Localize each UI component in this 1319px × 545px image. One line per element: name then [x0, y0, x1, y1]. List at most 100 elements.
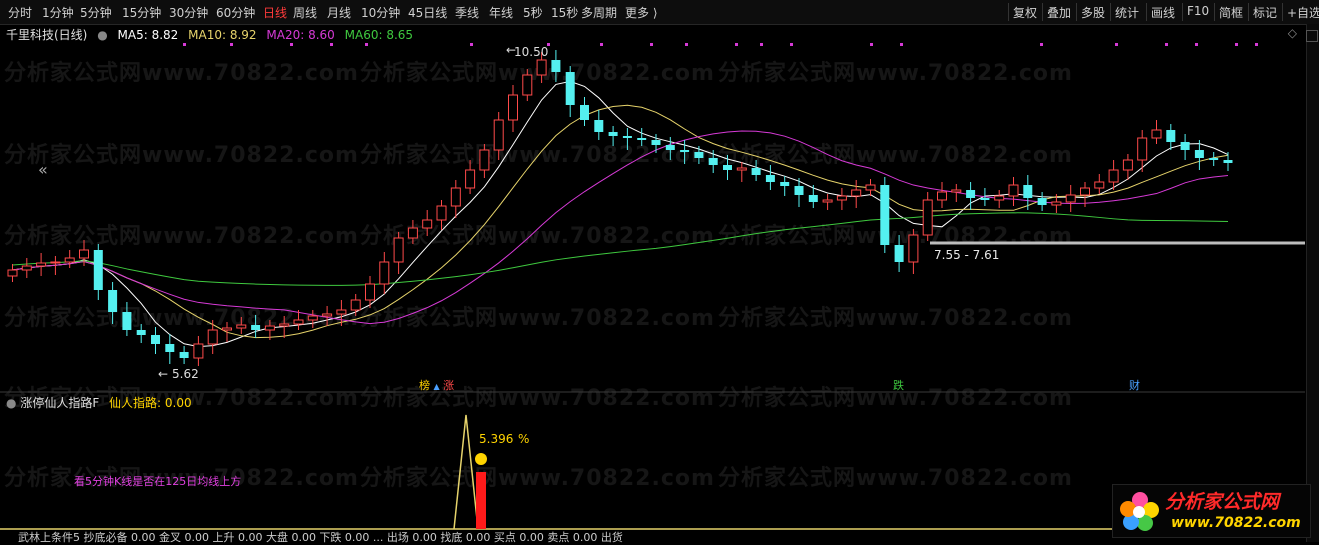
- candle-body: [822, 199, 833, 203]
- candle-body: [222, 327, 232, 331]
- candle-body: [908, 234, 919, 263]
- candle-body: [1008, 184, 1019, 197]
- candle-body: [21, 265, 32, 271]
- ma20-line: [12, 130, 1229, 325]
- candle-body: [594, 120, 604, 132]
- candle-body: [1180, 142, 1190, 150]
- signal-dot: [790, 43, 793, 46]
- candle-body: [1223, 160, 1233, 163]
- candle-body: [251, 325, 261, 330]
- candle-body: [723, 165, 732, 170]
- candle-body: [1080, 187, 1090, 196]
- candle-body: [680, 150, 690, 152]
- indicator-value: 仙人指路: 0.00: [109, 396, 192, 410]
- candle-body: [465, 169, 476, 189]
- candle-body: [536, 59, 547, 76]
- marker-cai-text: 财: [1129, 379, 1140, 392]
- candle-body: [1023, 185, 1033, 198]
- signal-dot: [870, 43, 873, 46]
- signal-dot: [600, 43, 603, 46]
- window-toggle-icon[interactable]: [1306, 30, 1318, 42]
- candle-body: [551, 60, 561, 72]
- candle-body: [651, 140, 661, 145]
- marker-bang[interactable]: 榜 ▲ 涨: [418, 377, 455, 393]
- candle-body: [994, 195, 1005, 201]
- signal-dot: [230, 43, 233, 46]
- candle-body: [1122, 159, 1133, 171]
- low-arrow: ←: [158, 367, 168, 381]
- candle-body: [851, 189, 862, 197]
- signal-dot: [1040, 43, 1043, 46]
- candle-body: [565, 72, 575, 105]
- candle-body: [880, 185, 890, 245]
- candle-body: [622, 136, 632, 138]
- vertical-scrollbar[interactable]: [1306, 24, 1319, 542]
- candle-body: [493, 119, 504, 151]
- candle-body: [1151, 129, 1162, 139]
- candle-body: [765, 175, 775, 182]
- candle-body: [165, 344, 175, 352]
- indicator-pct: 5.396: [479, 432, 513, 446]
- candle-body: [794, 186, 804, 195]
- logo-text: 分析家公式网: [1165, 491, 1280, 513]
- candle-body: [36, 262, 47, 267]
- indicator-note: 看5分钟K线是否在125日均线上方: [74, 475, 242, 488]
- signal-dot: [1165, 43, 1168, 46]
- signal-dot: [1235, 43, 1238, 46]
- indicator-bar: [476, 472, 486, 529]
- low-label: 5.62: [172, 367, 199, 381]
- candle-body: [1051, 201, 1062, 206]
- candle-body: [151, 335, 160, 344]
- candle-body: [479, 149, 490, 171]
- candle-body: [922, 199, 933, 236]
- signal-dot: [1115, 43, 1118, 46]
- indicator-name[interactable]: 涨停仙人指路F: [20, 396, 99, 410]
- marker-die-text: 跌: [893, 379, 904, 392]
- candle-body: [694, 152, 704, 158]
- candle-body: [522, 74, 533, 96]
- candle-body: [79, 249, 89, 259]
- marker-bang-text: 榜: [419, 379, 430, 392]
- candle-body: [365, 283, 375, 301]
- candle-body: [179, 352, 189, 358]
- candle-body: [980, 198, 990, 200]
- candle-body: [508, 94, 518, 121]
- candle-body: [7, 269, 18, 277]
- candle-body: [436, 205, 447, 221]
- candle-body: [264, 325, 275, 331]
- candle-body: [637, 138, 647, 140]
- signal-dot: [330, 43, 333, 46]
- candle-body: [580, 105, 589, 120]
- flower-logo-icon: [1120, 492, 1159, 531]
- candle-body: [350, 299, 361, 311]
- candle-body: [307, 315, 318, 321]
- signal-dot: [1195, 43, 1198, 46]
- signal-dot: [290, 43, 293, 46]
- candle-body: [1194, 150, 1204, 158]
- candle-body: [336, 309, 347, 315]
- indicator-spike: [453, 414, 479, 530]
- candle-body: [322, 313, 333, 317]
- signal-dot: [1255, 43, 1258, 46]
- marker-zhang-text: 涨: [443, 379, 455, 392]
- candle-body: [780, 182, 790, 186]
- candlestick-chart[interactable]: 10.50 ← ← 5.62 7.55 - 7.61 5.396 %: [0, 0, 1305, 542]
- candle-body: [207, 329, 218, 345]
- candle-body: [708, 158, 718, 165]
- signal-dot: [900, 43, 903, 46]
- marker-cai[interactable]: 财: [1129, 377, 1140, 393]
- signal-dot: [470, 43, 473, 46]
- bottom-signal-bar: 武林上条件5 抄底必备 0.00 金叉 0.00 上升 0.00 大盘 0.00…: [18, 531, 623, 544]
- candle-body: [450, 187, 461, 207]
- candle-body: [1065, 194, 1076, 203]
- candle-body: [1209, 158, 1219, 160]
- candle-body: [608, 132, 618, 136]
- candle-body: [136, 330, 146, 335]
- indicator-pct-unit: %: [518, 432, 529, 446]
- candle-body: [393, 237, 404, 263]
- signal-dot: [685, 43, 688, 46]
- candle-body: [951, 189, 962, 193]
- indicator-settings-icon[interactable]: ●: [6, 396, 16, 410]
- candle-body: [1094, 181, 1105, 189]
- marker-die[interactable]: 跌: [893, 377, 904, 393]
